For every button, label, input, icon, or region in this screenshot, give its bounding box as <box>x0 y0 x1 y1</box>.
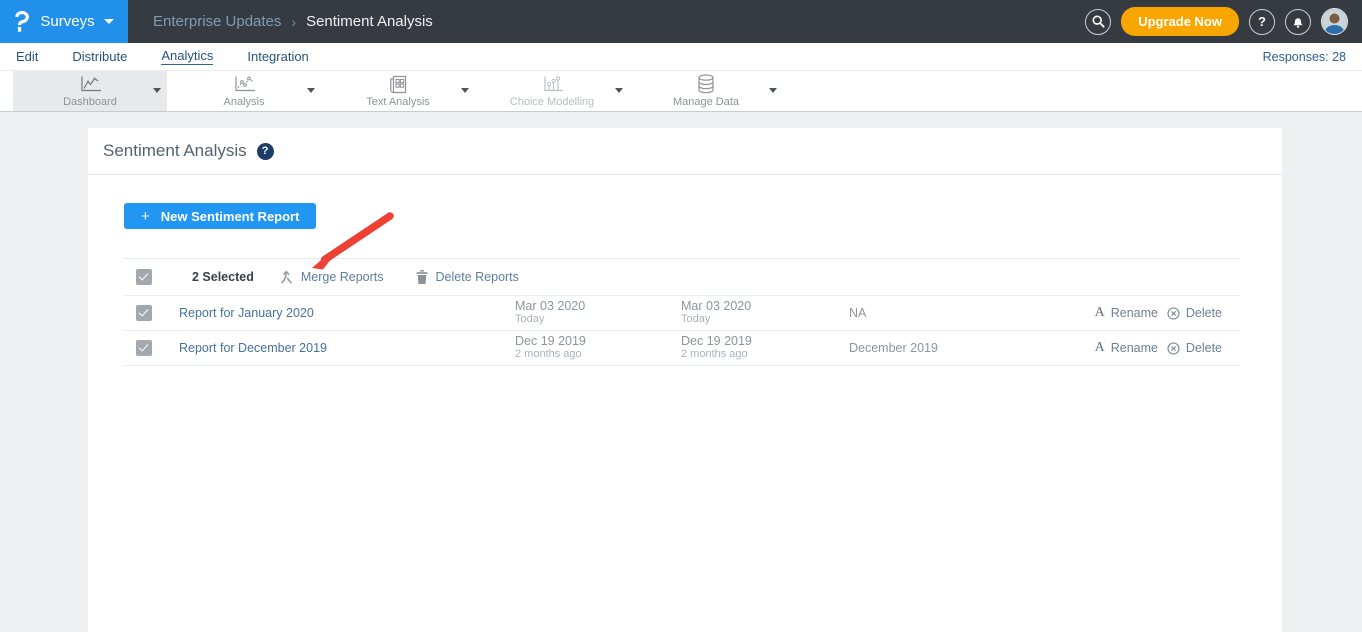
title-help-icon[interactable]: ? <box>257 143 274 160</box>
delete-reports-label: Delete Reports <box>436 270 519 284</box>
trash-icon <box>416 270 428 284</box>
panel-body: + New Sentiment Report 2 Selected <box>88 175 1282 366</box>
tab-edit[interactable]: Edit <box>16 49 38 65</box>
report-tag: NA <box>849 306 1043 320</box>
toolbar-item-label: Analysis <box>224 96 265 108</box>
survey-nav: Edit Distribute Analytics Integration Re… <box>0 43 1362 71</box>
rename-action[interactable]: A Rename <box>1043 340 1158 356</box>
rename-label: Rename <box>1111 306 1158 320</box>
tab-distribute[interactable]: Distribute <box>72 49 127 65</box>
proprofs-logo-icon <box>14 9 31 34</box>
breadcrumb-current-page: Sentiment Analysis <box>306 13 433 30</box>
select-all-cell <box>124 269 179 285</box>
delete-action[interactable]: Delete <box>1158 341 1240 355</box>
row-checkbox-cell <box>124 305 179 321</box>
modified-date-relative: Today <box>681 313 849 326</box>
analytics-toolbar: Dashboard Analysis Text Analysis <box>0 71 1362 112</box>
modified-date: Mar 03 2020 <box>681 300 849 313</box>
responses-count: Responses: 28 <box>1263 50 1346 64</box>
toolbar-item-text-analysis[interactable]: Text Analysis <box>321 71 475 111</box>
product-switcher[interactable]: Surveys <box>0 0 128 43</box>
plus-icon: + <box>141 208 150 225</box>
toolbar-item-label: Text Analysis <box>366 96 430 108</box>
chevron-down-icon[interactable] <box>615 88 623 93</box>
chevron-right-icon: › <box>291 14 296 30</box>
tab-integration[interactable]: Integration <box>247 49 308 65</box>
created-date-cell: Mar 03 2020 Today <box>515 300 681 326</box>
page-background: Sentiment Analysis ? + New Sentiment Rep… <box>0 112 1362 632</box>
toolbar-item-label: Choice Modelling <box>510 96 594 108</box>
toolbar-item-manage-data[interactable]: Manage Data <box>629 71 783 111</box>
upgrade-now-button[interactable]: Upgrade Now <box>1121 7 1239 36</box>
created-date: Mar 03 2020 <box>515 300 681 313</box>
search-icon <box>1092 15 1105 28</box>
breadcrumb: Enterprise Updates › Sentiment Analysis <box>153 13 433 30</box>
notifications-button[interactable] <box>1285 9 1311 35</box>
created-date-relative: 2 months ago <box>515 348 681 361</box>
chevron-down-icon[interactable] <box>153 88 161 93</box>
merge-reports-action[interactable]: Merge Reports <box>280 270 384 284</box>
database-icon <box>695 74 717 94</box>
help-button[interactable]: ? <box>1249 9 1275 35</box>
selection-bar: 2 Selected Merge Reports <box>124 258 1240 296</box>
rename-letter-icon: A <box>1095 305 1105 321</box>
analysis-scatter-icon <box>231 75 257 94</box>
text-analysis-document-icon <box>388 75 408 94</box>
delete-label: Delete <box>1186 341 1222 355</box>
created-date-cell: Dec 19 2019 2 months ago <box>515 335 681 361</box>
panel-header: Sentiment Analysis ? <box>88 128 1282 175</box>
avatar-photo-icon <box>1322 9 1347 34</box>
toolbar-item-label: Dashboard <box>63 96 117 108</box>
row-checkbox[interactable] <box>136 305 152 321</box>
bell-icon <box>1291 15 1305 29</box>
selected-count: 2 Selected <box>192 270 254 284</box>
new-sentiment-report-label: New Sentiment Report <box>161 209 300 224</box>
tab-analytics[interactable]: Analytics <box>161 48 213 65</box>
row-checkbox[interactable] <box>136 340 152 356</box>
merge-icon <box>280 270 293 284</box>
delete-label: Delete <box>1186 306 1222 320</box>
page-title: Sentiment Analysis <box>103 141 247 161</box>
reports-table: 2 Selected Merge Reports <box>124 258 1240 366</box>
header-actions: Upgrade Now ? <box>1085 7 1348 36</box>
delete-reports-action[interactable]: Delete Reports <box>416 270 519 284</box>
toolbar-item-label: Manage Data <box>673 96 739 108</box>
rename-label: Rename <box>1111 341 1158 355</box>
report-tag: December 2019 <box>849 341 1043 355</box>
modified-date: Dec 19 2019 <box>681 335 849 348</box>
choice-modelling-chart-icon <box>539 75 565 94</box>
delete-action[interactable]: Delete <box>1158 306 1240 320</box>
user-avatar[interactable] <box>1321 8 1348 35</box>
breadcrumb-survey-link[interactable]: Enterprise Updates <box>153 13 281 30</box>
toolbar-item-analysis[interactable]: Analysis <box>167 71 321 111</box>
report-name-link[interactable]: Report for December 2019 <box>179 341 515 355</box>
search-button[interactable] <box>1085 9 1111 35</box>
report-name-link[interactable]: Report for January 2020 <box>179 306 515 320</box>
modified-date-relative: 2 months ago <box>681 348 849 361</box>
chevron-down-icon[interactable] <box>461 88 469 93</box>
row-checkbox-cell <box>124 340 179 356</box>
dashboard-line-chart-icon <box>77 75 103 94</box>
rename-letter-icon: A <box>1095 340 1105 356</box>
modified-date-cell: Dec 19 2019 2 months ago <box>681 335 849 361</box>
delete-circle-x-icon <box>1167 307 1180 320</box>
chevron-down-icon <box>104 19 114 24</box>
toolbar-item-dashboard[interactable]: Dashboard <box>13 71 167 111</box>
delete-circle-x-icon <box>1167 342 1180 355</box>
created-date: Dec 19 2019 <box>515 335 681 348</box>
top-header: Surveys Enterprise Updates › Sentiment A… <box>0 0 1362 43</box>
product-name: Surveys <box>40 13 94 30</box>
table-row: Report for December 2019 Dec 19 2019 2 m… <box>124 331 1240 366</box>
chevron-down-icon[interactable] <box>307 88 315 93</box>
chevron-down-icon[interactable] <box>769 88 777 93</box>
modified-date-cell: Mar 03 2020 Today <box>681 300 849 326</box>
rename-action[interactable]: A Rename <box>1043 305 1158 321</box>
new-sentiment-report-button[interactable]: + New Sentiment Report <box>124 203 316 229</box>
created-date-relative: Today <box>515 313 681 326</box>
sentiment-analysis-panel: Sentiment Analysis ? + New Sentiment Rep… <box>88 128 1282 632</box>
toolbar-item-choice-modelling[interactable]: Choice Modelling <box>475 71 629 111</box>
select-all-checkbox[interactable] <box>136 269 152 285</box>
table-row: Report for January 2020 Mar 03 2020 Toda… <box>124 296 1240 331</box>
merge-reports-label: Merge Reports <box>301 270 384 284</box>
